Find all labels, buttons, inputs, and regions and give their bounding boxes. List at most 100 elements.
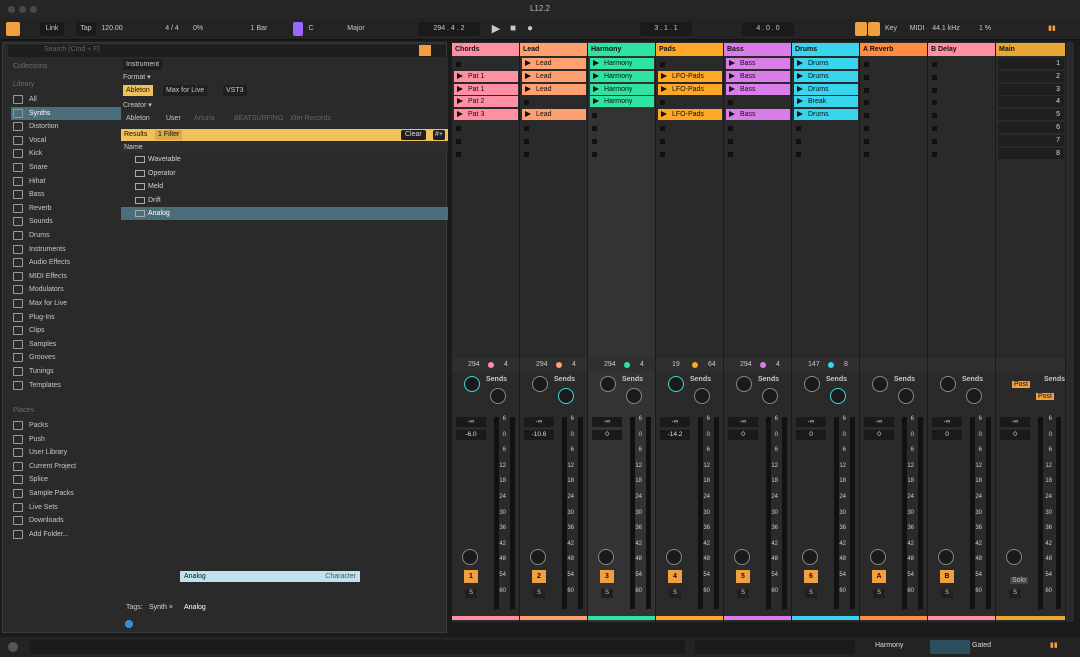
sidebar-item-hihat[interactable]: Hihat: [11, 175, 121, 188]
creator-chip[interactable]: User: [163, 113, 184, 124]
clip-stop-icon[interactable]: [524, 126, 529, 131]
scale-mode-icon[interactable]: [293, 22, 303, 36]
clip-stop-icon[interactable]: [660, 100, 665, 106]
clip-play-icon[interactable]: [525, 111, 531, 118]
clip-stop-icon[interactable]: [728, 126, 733, 131]
clip-stop-icon[interactable]: [932, 113, 937, 119]
places-item-live-sets[interactable]: Live Sets: [11, 501, 121, 514]
key-map-button[interactable]: Key: [882, 22, 900, 36]
clip-play-icon[interactable]: [457, 72, 463, 79]
clip-stop-icon[interactable]: [524, 138, 529, 144]
file-item[interactable]: Meld: [121, 180, 448, 193]
send-b-knob[interactable]: [558, 388, 574, 404]
clip-play-icon[interactable]: [525, 72, 531, 79]
clip-stop-icon[interactable]: [456, 138, 461, 144]
track-header[interactable]: Harmony: [588, 43, 655, 56]
volume-field[interactable]: 0: [864, 430, 894, 440]
clip-play-icon[interactable]: [661, 111, 667, 118]
send-b-knob[interactable]: [762, 388, 778, 404]
clip-slot[interactable]: Harmony: [590, 83, 654, 95]
track-header[interactable]: Lead: [520, 43, 587, 56]
format-chip[interactable]: Max for Live: [163, 85, 208, 96]
clip-play-icon[interactable]: [661, 72, 667, 79]
pan-knob[interactable]: [870, 549, 886, 565]
clip-slot[interactable]: Harmony: [590, 70, 654, 82]
clip-stop-icon[interactable]: [524, 151, 529, 157]
creator-chip[interactable]: BEATSURFING: [231, 113, 286, 124]
tempo-field[interactable]: 120.00: [98, 22, 126, 36]
send-b-knob[interactable]: [694, 388, 710, 404]
sidebar-item-clips[interactable]: Clips: [11, 324, 121, 337]
track-activator[interactable]: 1: [464, 570, 478, 583]
clip-slot[interactable]: Bass: [726, 70, 790, 82]
scene-launch[interactable]: 2: [998, 70, 1064, 82]
clip-play-icon[interactable]: [525, 60, 531, 66]
send-b-knob[interactable]: [490, 388, 506, 404]
clip-stop-icon[interactable]: [864, 113, 869, 119]
clip-stop-icon[interactable]: [456, 126, 461, 131]
sidebar-item-vocal[interactable]: Vocal: [11, 134, 121, 147]
clip-stop-icon[interactable]: [864, 151, 869, 157]
selected-track-name[interactable]: Harmony: [875, 642, 903, 649]
clip-slot[interactable]: Harmony: [590, 96, 654, 108]
track-header[interactable]: B Delay: [928, 43, 995, 56]
send-a-knob[interactable]: [736, 376, 752, 392]
scene-launch[interactable]: 8: [998, 147, 1064, 159]
clip-stop-icon[interactable]: [864, 126, 869, 131]
volume-field[interactable]: 0: [796, 430, 826, 440]
clip-slot[interactable]: Drums: [794, 58, 858, 69]
key-select[interactable]: C: [306, 22, 316, 36]
sidebar-item-plug-ins[interactable]: Plug-Ins: [11, 311, 121, 324]
solo-button[interactable]: S: [873, 589, 885, 598]
clip-stop-icon[interactable]: [932, 126, 937, 131]
sidebar-item-distortion[interactable]: Distortion: [11, 120, 121, 133]
post-button[interactable]: Post: [1036, 393, 1055, 400]
clip-play-icon[interactable]: [593, 85, 599, 92]
places-item-current-project[interactable]: Current Project: [11, 460, 121, 473]
scene-launch[interactable]: 3: [998, 83, 1064, 95]
clip-slot[interactable]: Drums: [794, 70, 858, 82]
clip-play-icon[interactable]: [661, 85, 667, 92]
add-filter-icon[interactable]: #+: [433, 130, 445, 140]
clip-slot[interactable]: Bass: [726, 109, 790, 121]
clip-stop-icon[interactable]: [932, 100, 937, 106]
places-item-push[interactable]: Push: [11, 433, 121, 446]
scale-select[interactable]: Major: [341, 22, 371, 36]
track-activator[interactable]: 2: [532, 570, 546, 583]
format-chip[interactable]: Ableton: [123, 85, 153, 96]
clip-slot[interactable]: Pat 1: [454, 70, 518, 82]
clip-play-icon[interactable]: [525, 85, 531, 92]
volume-field[interactable]: 0: [728, 430, 758, 440]
loop-length-field[interactable]: 4 . 0 . 0: [742, 22, 794, 36]
clip-slot[interactable]: Drums: [794, 109, 858, 121]
clip-slot[interactable]: Lead: [522, 70, 586, 82]
solo-button[interactable]: S: [669, 589, 681, 598]
sidebar-item-audio-effects[interactable]: Audio Effects: [11, 256, 121, 269]
clip-stop-icon[interactable]: [932, 74, 937, 80]
send-b-knob[interactable]: [830, 388, 846, 404]
clip-stop-icon[interactable]: [932, 151, 937, 157]
midi-map-button[interactable]: MIDI: [908, 22, 926, 36]
clip-stop-icon[interactable]: [728, 138, 733, 144]
sidebar-item-max-for-live[interactable]: Max for Live: [11, 297, 121, 310]
clip-play-icon[interactable]: [797, 85, 803, 92]
volume-field[interactable]: 0: [1000, 430, 1030, 440]
clip-stop-icon[interactable]: [660, 151, 665, 157]
zoom-icon[interactable]: [30, 6, 37, 13]
creator-label[interactable]: Creator ▾: [123, 101, 152, 109]
creator-chip[interactable]: Arturia: [191, 113, 218, 124]
scene-launch[interactable]: 4: [998, 96, 1064, 108]
send-a-knob[interactable]: [804, 376, 820, 392]
clip-stop-icon[interactable]: [660, 138, 665, 144]
track-header[interactable]: A Reverb: [860, 43, 927, 56]
clip-slot[interactable]: Break: [794, 96, 858, 108]
clip-stop-icon[interactable]: [592, 126, 597, 131]
track-activator[interactable]: A: [872, 570, 886, 583]
sidebar-item-kick[interactable]: Kick: [11, 147, 121, 160]
sidebar-item-templates[interactable]: Templates: [11, 379, 121, 392]
creator-chip[interactable]: Xfer Records: [287, 113, 334, 124]
sidebar-item-bass[interactable]: Bass: [11, 188, 121, 201]
clip-slot[interactable]: Lead: [522, 58, 586, 69]
clip-stop-icon[interactable]: [796, 138, 801, 144]
send-a-knob[interactable]: [532, 376, 548, 392]
